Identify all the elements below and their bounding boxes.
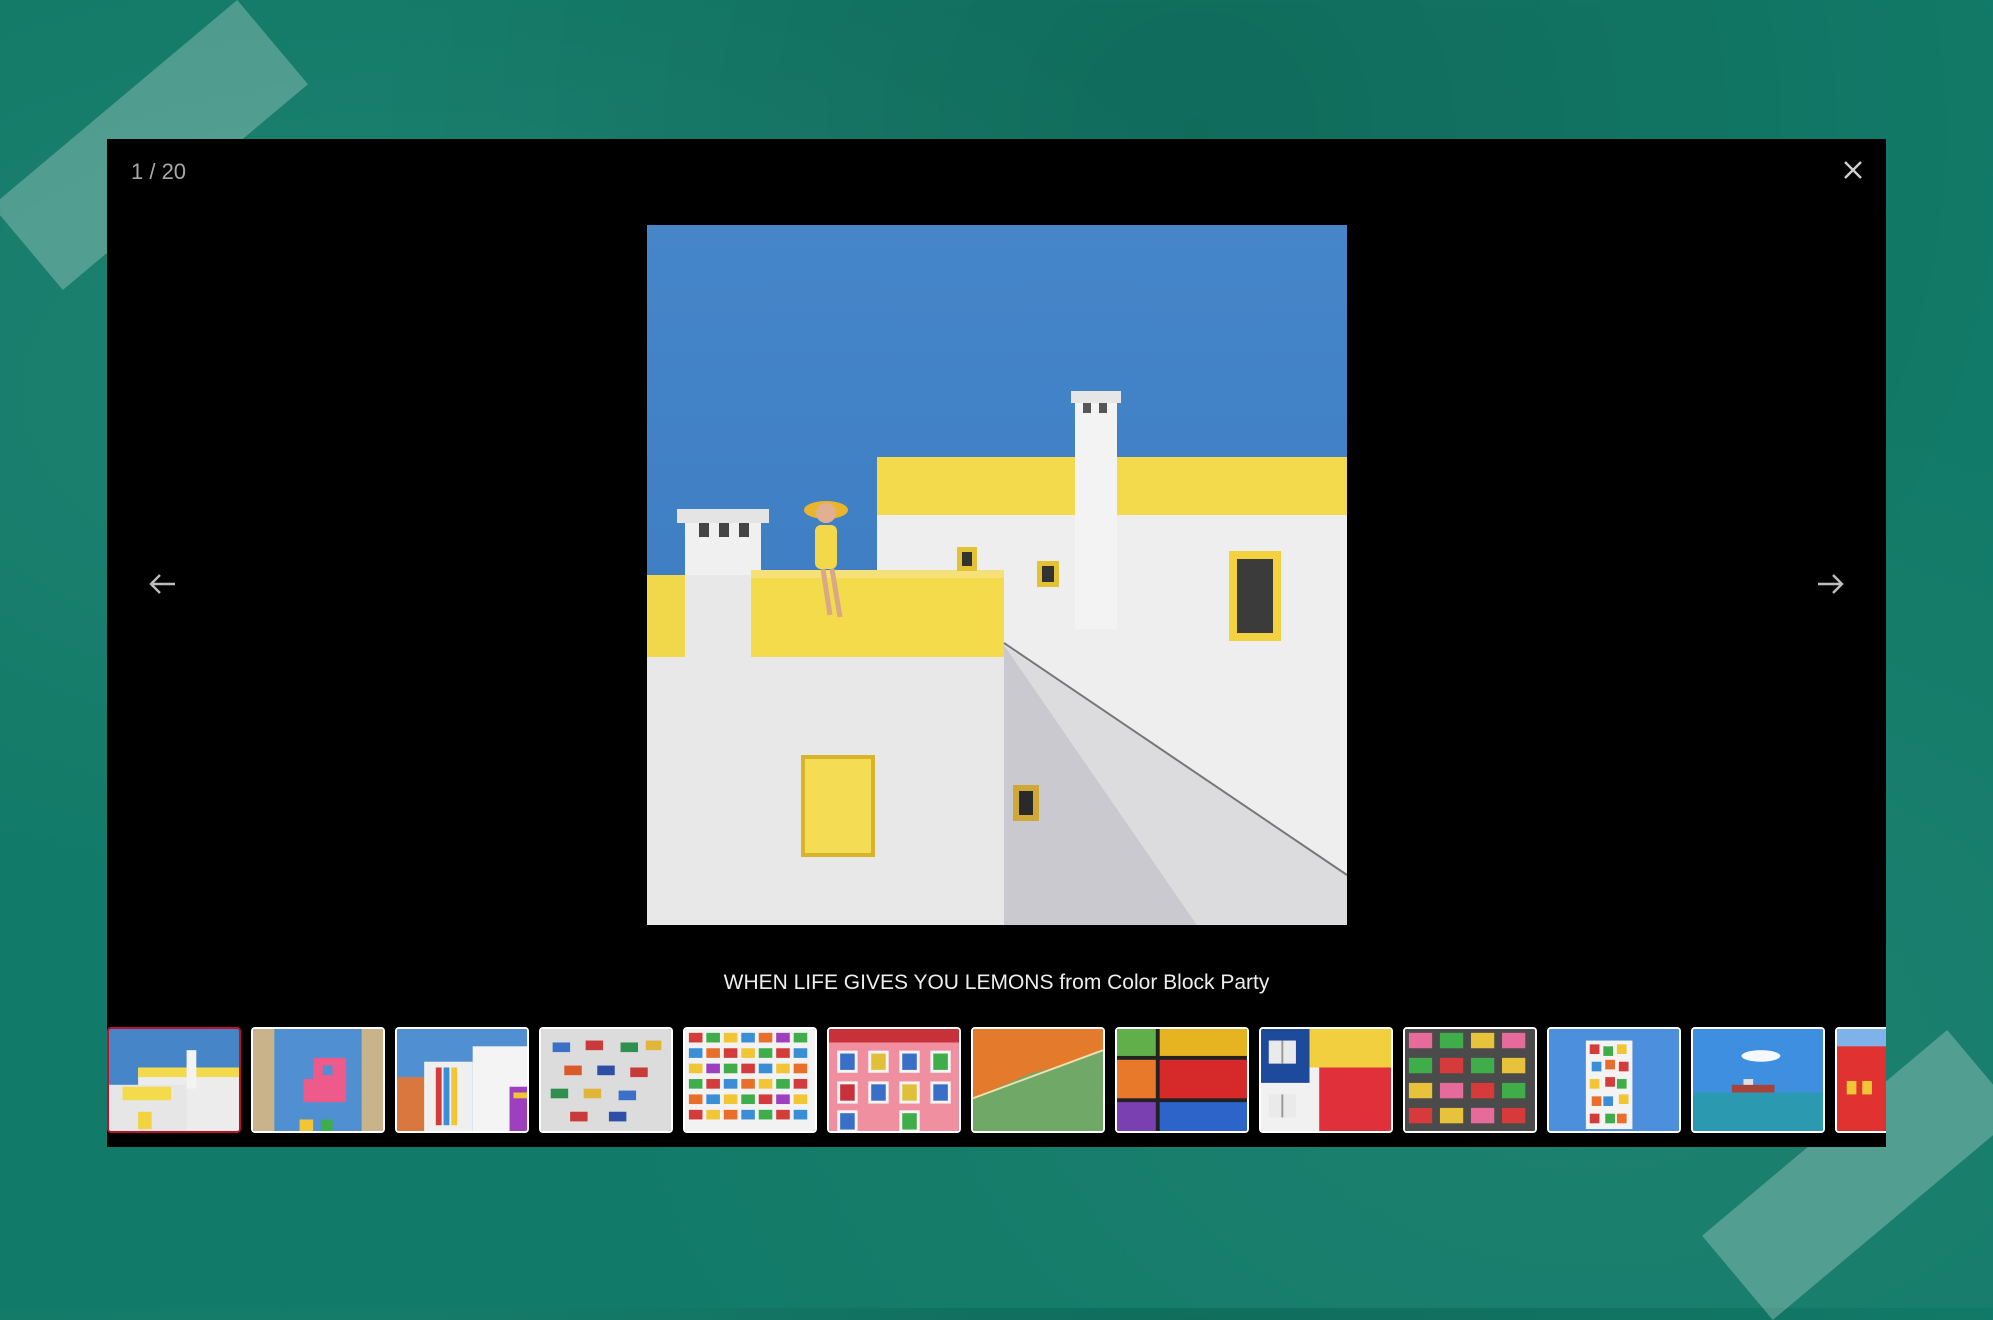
- thumbnail-12[interactable]: [1691, 1027, 1825, 1133]
- close-button[interactable]: [1838, 155, 1868, 185]
- arrow-left-icon: [149, 574, 175, 594]
- thumbnail-3[interactable]: [395, 1027, 529, 1133]
- thumbnail-2[interactable]: [251, 1027, 385, 1133]
- thumbnail-13[interactable]: [1835, 1027, 1886, 1133]
- arrow-right-icon: [1818, 574, 1844, 594]
- thumbnail-7[interactable]: [971, 1027, 1105, 1133]
- thumbnail-9[interactable]: [1259, 1027, 1393, 1133]
- previous-button[interactable]: [143, 569, 183, 599]
- thumbnail-strip: [107, 1027, 1886, 1137]
- next-button[interactable]: [1810, 569, 1850, 599]
- lightbox: 1 / 20 WHEN LIFE GIVES YOU LEMONS from C…: [107, 139, 1886, 1147]
- image-counter: 1 / 20: [131, 159, 187, 184]
- thumbnail-4[interactable]: [539, 1027, 673, 1133]
- thumbnail-6[interactable]: [827, 1027, 961, 1133]
- image-caption: WHEN LIFE GIVES YOU LEMONS from Color Bl…: [723, 971, 1270, 994]
- thumbnail-11[interactable]: [1547, 1027, 1681, 1133]
- thumbnail-5[interactable]: [683, 1027, 817, 1133]
- thumbnail-10[interactable]: [1403, 1027, 1537, 1133]
- main-photo: [647, 225, 1347, 925]
- thumbnail-1[interactable]: [107, 1027, 241, 1133]
- close-icon: [1844, 161, 1862, 179]
- thumbnail-8[interactable]: [1115, 1027, 1249, 1133]
